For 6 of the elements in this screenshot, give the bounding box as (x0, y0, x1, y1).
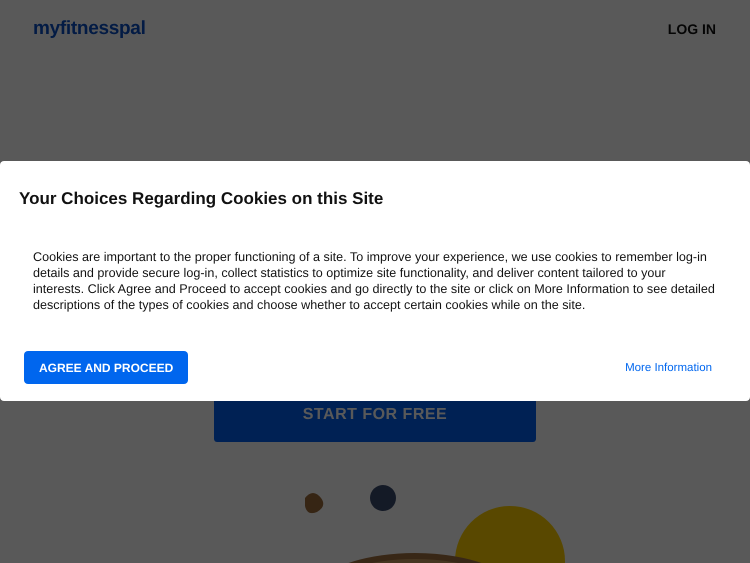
dialog-text: Cookies are important to the proper functioning of a site. To improve your experience, we use cookies to remember log-in details and provide secure log-in, collect statistics to optimize site functionality, and deliver content tailored to your interests. Click Agree and Proceed to accept cookies and go directly to the site or click on More Information to see detailed descriptions of the types of cookies and choose whether to accept certain cookies while on the site. (33, 249, 716, 313)
dialog-title: Your Choices Regarding Cookies on this Site (19, 189, 384, 209)
brand-logo[interactable]: myfitnesspal (33, 18, 146, 40)
more-information-link[interactable]: More Information (625, 362, 712, 374)
agree-button[interactable]: AGREE AND PROCEED (24, 351, 188, 384)
log-in-link[interactable]: LOG IN (668, 20, 716, 36)
